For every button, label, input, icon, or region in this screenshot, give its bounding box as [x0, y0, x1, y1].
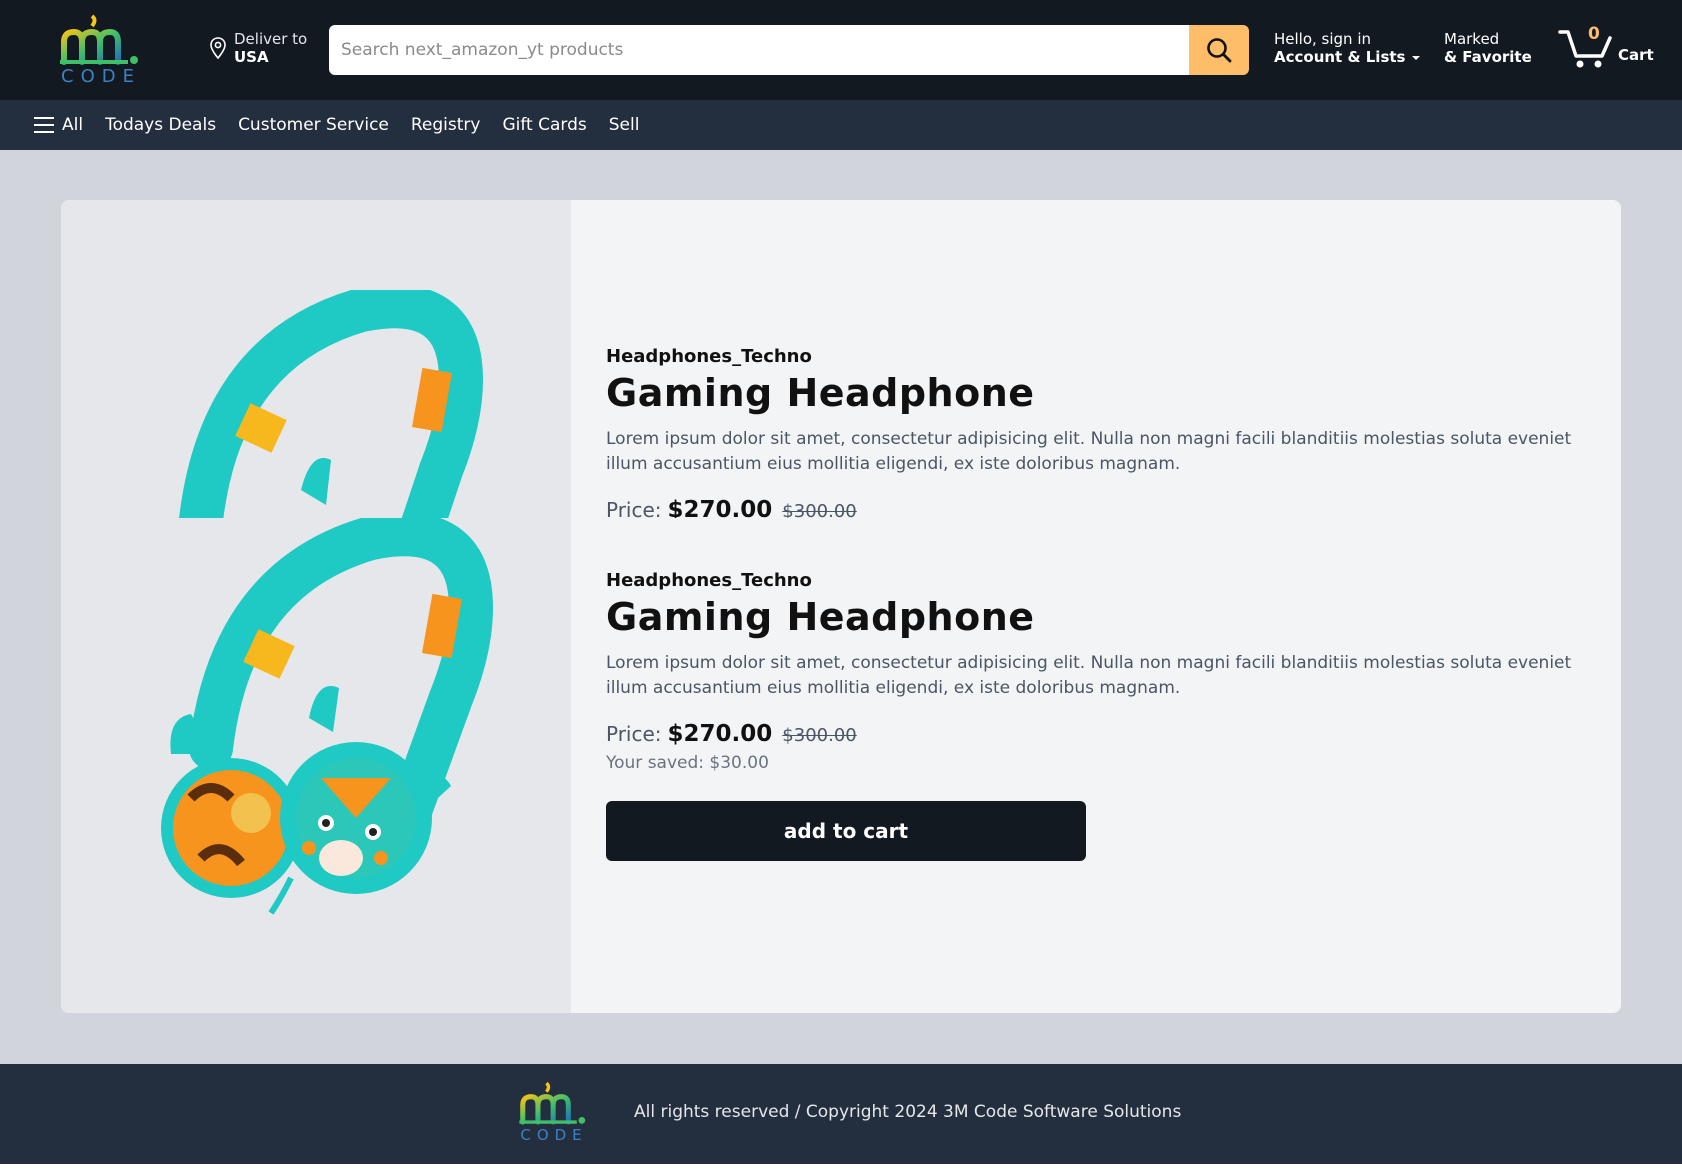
- product-image[interactable]: [141, 290, 501, 518]
- nav-item-all[interactable]: All: [34, 115, 83, 135]
- account-menu[interactable]: Hello, sign in Account & Lists: [1274, 30, 1421, 66]
- nav-bar: All Todays Deals Customer Service Regist…: [0, 100, 1682, 150]
- menu-icon: [34, 117, 54, 133]
- product-description: Lorem ipsum dolor sit amet, consectetur …: [606, 429, 1572, 474]
- logo-text: CODE: [61, 66, 141, 87]
- nav-item-gift-cards[interactable]: Gift Cards: [502, 115, 586, 135]
- nav-item-registry[interactable]: Registry: [411, 115, 481, 135]
- search-input[interactable]: [329, 25, 1189, 75]
- product-card: Headphones_Techno Gaming Headphone Lorem…: [61, 200, 1621, 1013]
- add-to-cart-button[interactable]: add to cart: [606, 801, 1086, 861]
- cart-count: 0: [1588, 24, 1600, 44]
- headphone-image: [179, 290, 484, 518]
- price-old: $300.00: [782, 501, 857, 518]
- product-description: Lorem ipsum dolor sit amet, consectetur …: [606, 653, 1572, 698]
- footer: CODE All rights reserved / Copyright 202…: [0, 1064, 1682, 1164]
- product-image[interactable]: [141, 512, 501, 918]
- deliver-to[interactable]: Deliver to USA: [208, 30, 307, 66]
- price-row: Price: $270.00 $300.00: [606, 497, 1596, 518]
- product-info: Headphones_Techno Gaming Headphone Lorem…: [606, 346, 1596, 518]
- price-label: Price:: [606, 722, 662, 746]
- logo[interactable]: CODE: [56, 10, 146, 94]
- price-row: Price: $270.00 $300.00: [606, 721, 1596, 747]
- bottom-strip: [0, 1164, 1682, 1172]
- cart-label: Cart: [1618, 46, 1654, 64]
- account-greeting: Hello, sign in: [1274, 30, 1372, 48]
- deliver-country: USA: [234, 48, 269, 66]
- footer-logo[interactable]: CODE: [516, 1078, 592, 1152]
- favorite-label: & Favorite: [1444, 48, 1532, 66]
- product-brand: Headphones_Techno: [606, 570, 812, 591]
- footer-logo-text: CODE: [520, 1126, 588, 1144]
- product-info: Headphones_Techno Gaming Headphone Lorem…: [606, 570, 1596, 861]
- deliver-label: Deliver to: [234, 30, 308, 48]
- nav-item-customer-service[interactable]: Customer Service: [238, 115, 389, 135]
- location-pin-icon: [210, 37, 226, 60]
- marked-label: Marked: [1444, 30, 1500, 48]
- nav-item-todays-deals[interactable]: Todays Deals: [105, 115, 216, 135]
- headphone-image: [161, 512, 494, 915]
- product-title: Gaming Headphone: [606, 595, 1035, 639]
- account-lists-label: Account & Lists: [1274, 48, 1406, 66]
- nav-item-sell[interactable]: Sell: [609, 115, 640, 135]
- search-icon: [1207, 38, 1232, 63]
- product-title: Gaming Headphone: [606, 371, 1035, 415]
- product-brand: Headphones_Techno: [606, 346, 812, 367]
- search-bar: [329, 25, 1249, 75]
- price-label: Price:: [606, 498, 662, 518]
- price-old: $300.00: [782, 725, 857, 746]
- saved-amount: Your saved: $30.00: [606, 753, 769, 773]
- caret-down-icon: [1411, 56, 1420, 60]
- price-current: $270.00: [667, 497, 773, 518]
- nav-item-label: All: [62, 115, 84, 135]
- cart-button[interactable]: 0 Cart: [1558, 24, 1654, 70]
- cart-icon: [1558, 30, 1612, 68]
- header: CODE Deliver to USA Hello, sign in Accou…: [0, 0, 1682, 100]
- account-lists: Account & Lists: [1274, 48, 1421, 66]
- price-current: $270.00: [667, 721, 773, 747]
- marked-favorite[interactable]: Marked & Favorite: [1444, 30, 1532, 66]
- copyright-text: All rights reserved / Copyright 2024 3M …: [634, 1102, 1182, 1122]
- search-button[interactable]: [1189, 25, 1249, 75]
